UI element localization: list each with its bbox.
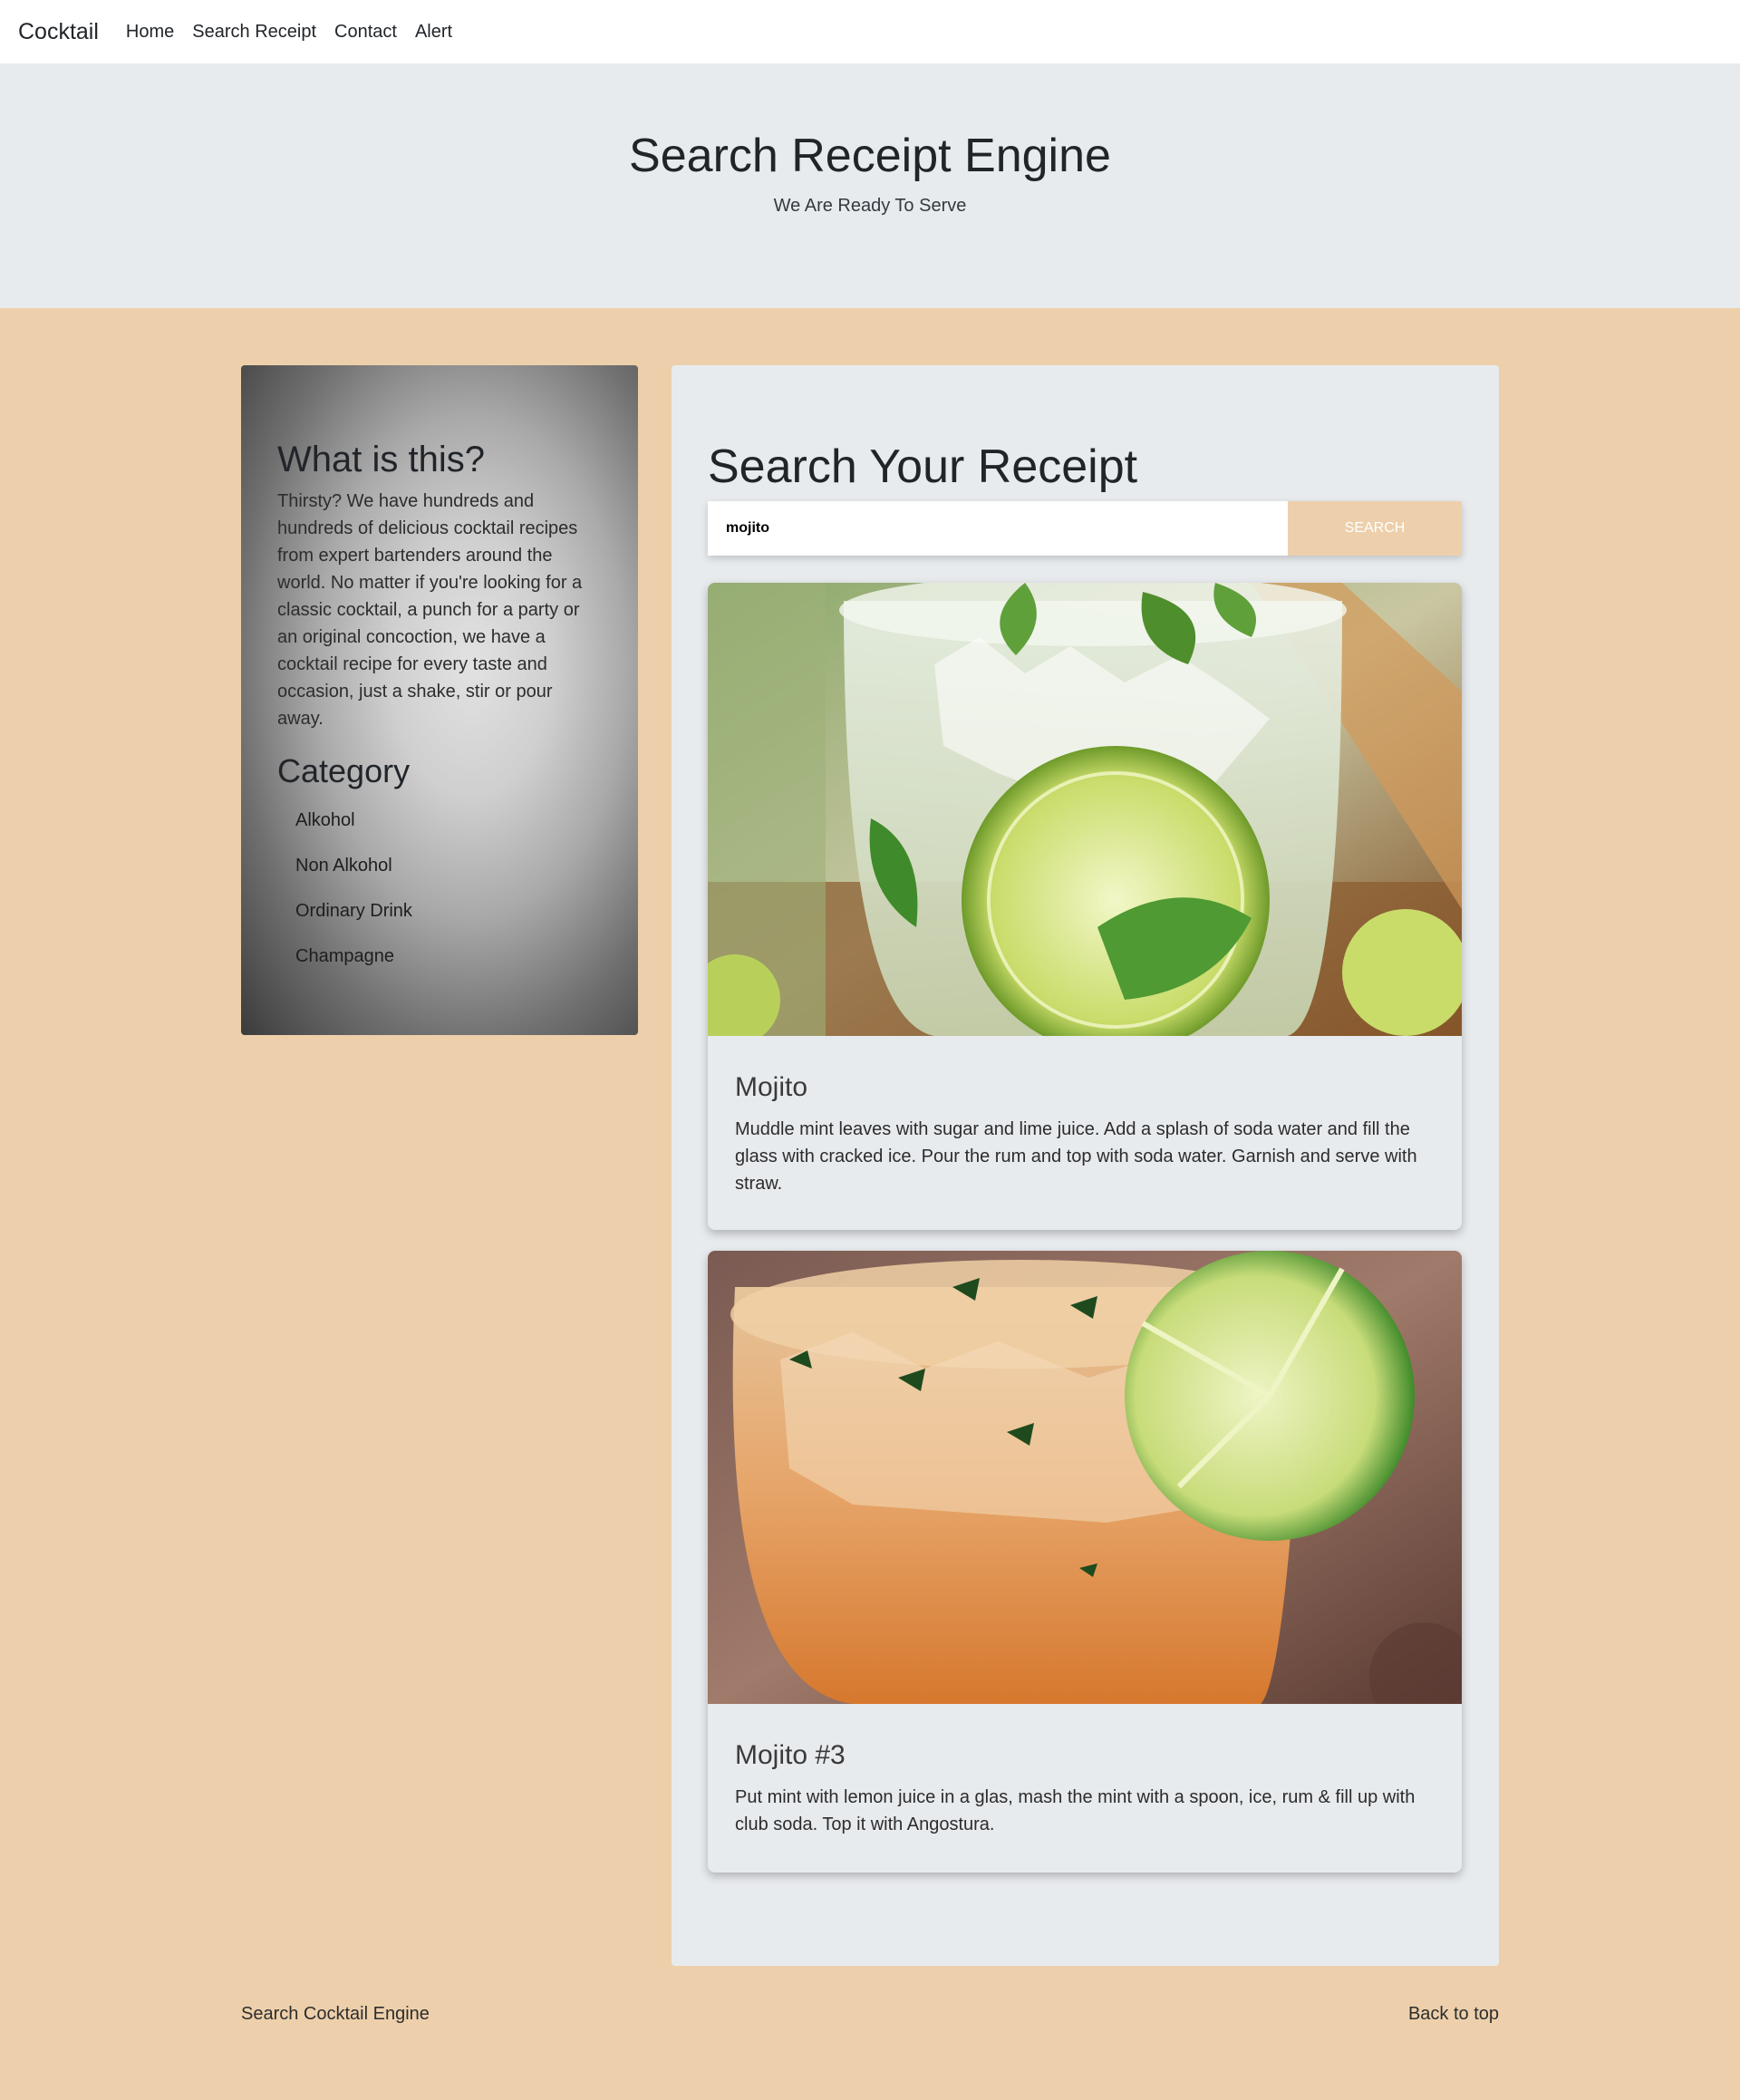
nav-link-contact[interactable]: Contact [334,22,397,43]
card-body: Mojito #3 Put mint with lemon juice in a… [708,1704,1462,1838]
card-title: Mojito [735,1072,808,1102]
mojito-3-drink-image [708,1251,1462,1704]
search-heading: Search Your Receipt [708,440,1138,493]
navbar: Cocktail Home Search Receipt Contact Ale… [0,0,1740,63]
page-title: Search Receipt Engine [629,130,1111,182]
card-body: Mojito Muddle mint leaves with sugar and… [708,1036,1462,1197]
footer-text: Search Cocktail Engine [241,2004,430,2024]
card-description: Muddle mint leaves with sugar and lime j… [735,1119,1417,1194]
nav-link-search-receipt[interactable]: Search Receipt [192,22,316,43]
sidebar: What is this? Thirsty? We have hundreds … [241,365,638,1035]
brand-link[interactable]: Cocktail [18,19,99,45]
result-card[interactable]: Mojito #3 Put mint with lemon juice in a… [708,1251,1462,1873]
search-panel: Search Your Receipt SEARCH [672,365,1499,1966]
sidebar-intro: Thirsty? We have hundreds and hundreds o… [277,491,583,729]
category-item-non-alkohol[interactable]: Non Alkohol [295,852,602,897]
sidebar-heading: What is this? [277,440,485,479]
category-item-alkohol[interactable]: Alkohol [295,807,602,852]
back-to-top-link[interactable]: Back to top [1408,2004,1499,2025]
category-item-ordinary-drink[interactable]: Ordinary Drink [295,897,602,943]
category-item-champagne[interactable]: Champagne [295,943,602,988]
nav-link-alert[interactable]: Alert [415,22,452,43]
result-card[interactable]: Mojito Muddle mint leaves with sugar and… [708,583,1462,1230]
search-input[interactable] [708,501,1288,556]
hero-banner: Search Receipt Engine We Are Ready To Se… [0,63,1740,308]
category-list: Alkohol Non Alkohol Ordinary Drink Champ… [277,807,602,988]
card-title: Mojito #3 [735,1740,846,1770]
card-description: Put mint with lemon juice in a glas, mas… [735,1787,1416,1834]
mojito-drink-image [708,583,1462,1036]
search-bar: SEARCH [708,501,1462,556]
search-button[interactable]: SEARCH [1288,501,1462,556]
category-heading: Category [277,752,411,789]
page-subtitle: We Are Ready To Serve [773,196,967,216]
nav-link-home[interactable]: Home [126,22,174,43]
